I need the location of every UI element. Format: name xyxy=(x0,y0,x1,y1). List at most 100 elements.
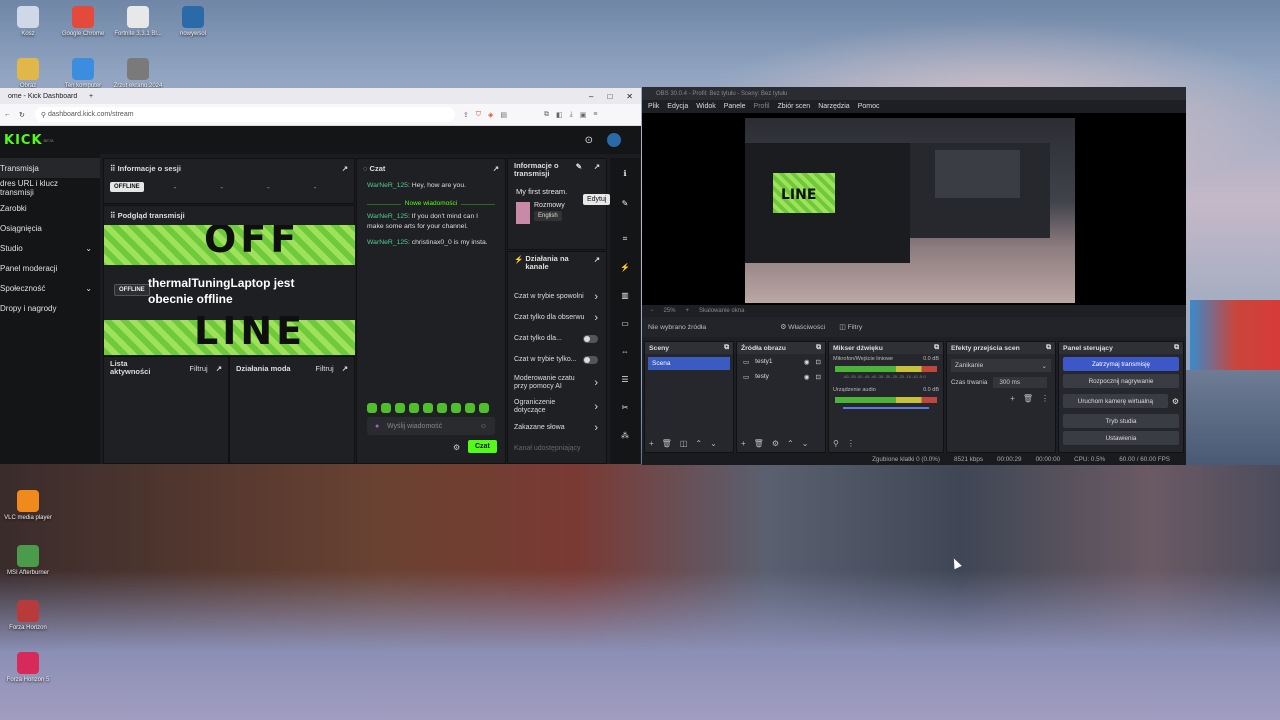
trash-icon[interactable]: 🗑 xyxy=(1023,394,1033,403)
pencil-icon[interactable]: ✎ xyxy=(613,192,637,214)
menu-dots-icon[interactable]: ⋮ xyxy=(1041,394,1049,403)
stop-stream-button[interactable]: Zatrzymaj transmisję xyxy=(1063,357,1179,371)
desktop-icon[interactable]: VLC media player xyxy=(0,490,56,521)
tabs-icon[interactable]: ▣ xyxy=(580,111,587,119)
obs-menu-item[interactable]: Plik xyxy=(648,103,659,110)
emote-icon[interactable] xyxy=(465,403,475,413)
emote-icon[interactable] xyxy=(367,403,377,413)
emote-icon[interactable] xyxy=(479,403,489,413)
nodes-icon[interactable]: ⁂ xyxy=(613,424,637,446)
add-icon[interactable]: + xyxy=(1010,394,1015,403)
desktop-icon[interactable]: Zrzut ekranu 2024 xyxy=(110,58,166,89)
browser-tab[interactable]: ome - Kick Dashboard xyxy=(2,93,87,100)
clipboard-icon[interactable]: ▥ xyxy=(613,284,637,306)
scale-label[interactable]: Skalowanie okna xyxy=(699,308,744,314)
menu-icon[interactable]: ≡ xyxy=(593,111,597,119)
link-icon[interactable]: ⚲ xyxy=(833,439,839,448)
obs-menu-item[interactable]: Edycja xyxy=(667,103,688,110)
popout-icon[interactable]: ↗ xyxy=(342,164,348,173)
zoom-out-icon[interactable]: − xyxy=(650,308,654,314)
wallet-icon[interactable]: ◈ xyxy=(488,111,493,119)
sidebar-icon[interactable]: ◧ xyxy=(556,111,563,119)
chat-settings-icon[interactable]: ⚙ xyxy=(453,443,460,452)
desktop-icon[interactable]: MSI Afterburner xyxy=(0,545,56,576)
emote-icon[interactable] xyxy=(409,403,419,413)
help-icon[interactable]: ⊙ xyxy=(585,135,593,146)
obs-menu-item[interactable]: Pomoc xyxy=(858,103,880,110)
arrows-icon[interactable]: ⇔ xyxy=(613,340,637,362)
close-button[interactable]: ✕ xyxy=(626,92,633,101)
popout-icon[interactable]: ↗ xyxy=(594,162,600,171)
scene-item[interactable]: Scena xyxy=(648,357,730,370)
virtual-camera-button[interactable]: Uruchom kamerę wirtualną xyxy=(1063,394,1168,408)
up-icon[interactable]: ⌃ xyxy=(695,439,702,448)
sidebar-item[interactable]: Zarobki xyxy=(0,198,100,218)
maximize-button[interactable]: □ xyxy=(607,92,612,101)
desktop-icon[interactable]: Kosz xyxy=(0,6,56,37)
desktop-icon[interactable]: Google Chrome xyxy=(55,6,111,37)
filters-button[interactable]: ◫ Filtry xyxy=(839,323,862,331)
channel-action-item[interactable]: Czat w trybie spowolni › xyxy=(508,286,606,307)
obs-preview[interactable]: LINE xyxy=(642,113,1186,305)
chat-user[interactable]: WarNeR_125 xyxy=(367,213,408,220)
mic-icon[interactable]: ● xyxy=(375,423,379,430)
channel-action-item[interactable]: Ograniczenie dotyczące › xyxy=(508,396,606,417)
lightning-icon[interactable]: ⚡ xyxy=(613,256,637,278)
desktop-icon[interactable]: Forza Horizon 5 xyxy=(0,652,56,683)
add-icon[interactable]: + xyxy=(741,439,746,448)
volume-slider[interactable] xyxy=(843,407,929,409)
popout-icon[interactable]: ↗ xyxy=(342,364,348,373)
popout-icon[interactable]: ↗ xyxy=(216,364,222,373)
gear-icon[interactable]: ⚙ xyxy=(772,439,779,448)
channel-action-item[interactable]: Czat w trybie tylko... xyxy=(508,349,606,370)
sidebar-item[interactable]: Studio ⌄ xyxy=(0,238,100,258)
gear-icon[interactable]: ⚙ xyxy=(1172,397,1179,406)
obs-menu-item[interactable]: Panele xyxy=(724,103,746,110)
crop-icon[interactable]: ⌗ xyxy=(613,228,637,250)
down-icon[interactable]: ⌄ xyxy=(802,439,809,448)
start-recording-button[interactable]: Rozpocznij nagrywanie xyxy=(1063,374,1179,388)
shield-icon[interactable]: ⛉ xyxy=(476,111,481,119)
chat-send-button[interactable]: Czat xyxy=(468,440,497,453)
filter-icon[interactable]: ◫ xyxy=(680,439,688,448)
emote-icon[interactable] xyxy=(437,403,447,413)
dock-menu-icon[interactable]: ⧉ xyxy=(1174,344,1179,352)
address-input[interactable]: ⚲ dashboard.kick.com/stream xyxy=(34,107,455,122)
reload-icon[interactable]: ↻ xyxy=(19,111,25,119)
avatar[interactable] xyxy=(607,133,621,147)
down-icon[interactable]: ⌄ xyxy=(710,439,717,448)
extensions-icon[interactable]: ⧉ xyxy=(544,111,549,119)
dock-menu-icon[interactable]: ⧉ xyxy=(724,344,729,352)
obs-menu-item[interactable]: Profil xyxy=(754,103,770,110)
channel-action-item[interactable]: Kanał udostępniający xyxy=(508,438,606,459)
kick-logo[interactable]: KICK xyxy=(4,133,43,148)
up-icon[interactable]: ⌃ xyxy=(787,439,794,448)
vpn-icon[interactable]: ▤ xyxy=(500,111,507,119)
studio-mode-button[interactable]: Tryb studia xyxy=(1063,414,1179,428)
obs-menu-item[interactable]: Widok xyxy=(696,103,715,110)
toggle-switch[interactable] xyxy=(583,355,598,364)
visibility-icon[interactable]: ◉ xyxy=(804,358,810,366)
desktop-icon[interactable]: Ten komputer xyxy=(55,58,111,89)
popout-icon[interactable]: ↗ xyxy=(493,164,499,173)
obs-menu-item[interactable]: Narzędzia xyxy=(818,103,850,110)
visibility-icon[interactable]: ◉ xyxy=(804,373,810,381)
channel-action-item[interactable]: Zakazane słowa › xyxy=(508,417,606,438)
chat-message-input[interactable]: ● Wyślij wiadomość ☺ xyxy=(367,417,495,435)
sidebar-item[interactable]: Transmisja xyxy=(0,158,100,178)
source-item[interactable]: ▭ testy ◉ ⊡ xyxy=(737,369,825,384)
channel-action-item[interactable]: Czat tylko dla... xyxy=(508,328,606,349)
transition-select[interactable]: Zanikanie ⌄ xyxy=(951,359,1051,372)
channel-action-item[interactable]: Wyznacz cele, które...› xyxy=(508,459,606,465)
desktop-icon[interactable]: Fortnite 3.3.1 Bl... xyxy=(110,6,166,37)
sidebar-item[interactable]: Osiągnięcia xyxy=(0,218,100,238)
trash-icon[interactable]: 🗑 xyxy=(754,439,764,448)
info-icon[interactable]: ℹ xyxy=(613,162,637,184)
emoji-icon[interactable]: ☺ xyxy=(480,423,487,430)
edit-icon[interactable]: ✎ xyxy=(576,162,582,171)
popout-icon[interactable]: ↗ xyxy=(594,255,600,264)
dock-menu-icon[interactable]: ⧉ xyxy=(934,344,939,352)
properties-button[interactable]: ⚙ Właściwości xyxy=(780,323,825,331)
activity-filter-button[interactable]: Filtruj xyxy=(189,364,207,373)
wrench-icon[interactable]: ✂ xyxy=(613,396,637,418)
